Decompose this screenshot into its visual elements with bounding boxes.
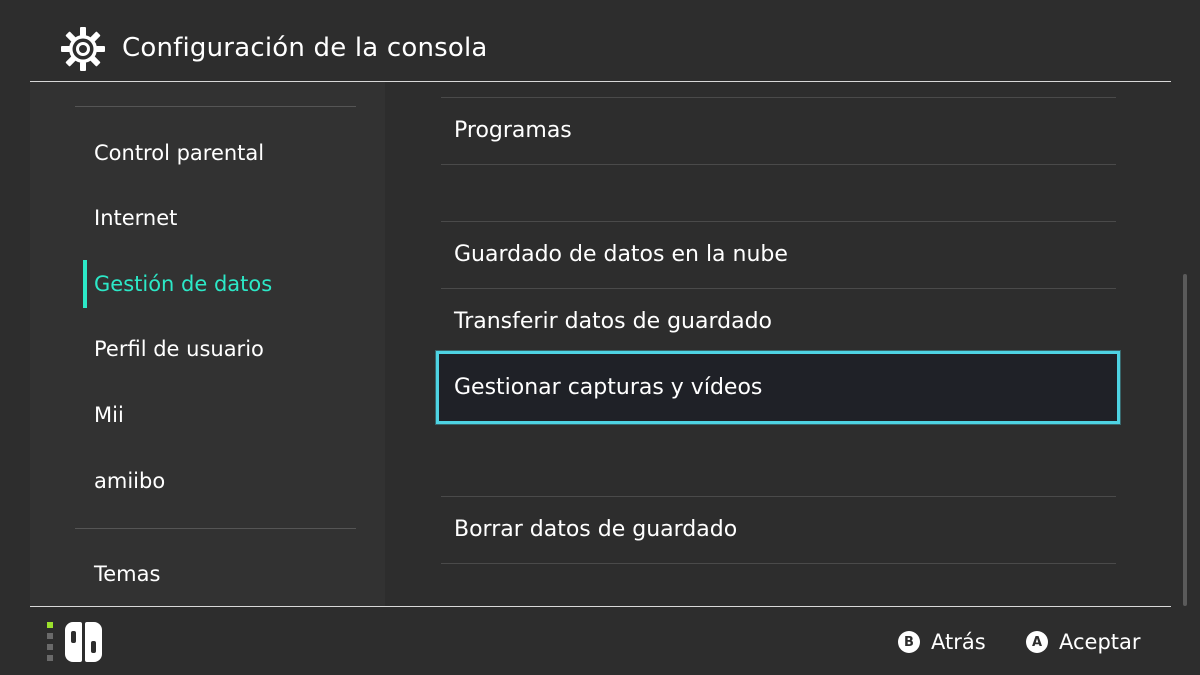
scrollbar[interactable] (1183, 274, 1187, 606)
sidebar-item-perfil-de-usuario[interactable]: Perfil de usuario (75, 324, 375, 374)
list-divider (441, 164, 1116, 165)
back-label: Atrás (931, 630, 986, 654)
sidebar-item-label: Mii (94, 403, 124, 427)
sidebar-item-label: Perfil de usuario (94, 337, 264, 361)
back-button[interactable]: B Atrás (898, 624, 986, 660)
list-item-label: Transferir datos de guardado (454, 309, 773, 334)
joycon-right-icon (85, 622, 102, 662)
list-item-label: Gestionar capturas y vídeos (454, 375, 763, 400)
list-item-cloud-save[interactable]: Guardado de datos en la nube (441, 222, 1116, 288)
b-button-icon: B (898, 631, 920, 653)
system-settings-screen: Configuración de la consola Control pare… (0, 0, 1200, 675)
footer-divider (30, 606, 1171, 607)
sidebar-divider (75, 106, 356, 107)
sidebar-item-label: Temas (94, 562, 161, 586)
active-indicator (83, 260, 87, 308)
sidebar-item-label: Control parental (94, 141, 265, 165)
list-item-delete-save-data[interactable]: Borrar datos de guardado (441, 497, 1116, 563)
accept-button[interactable]: A Aceptar (1026, 624, 1141, 660)
list-item-label: Guardado de datos en la nube (454, 242, 788, 267)
list-item-programas[interactable]: Programas (441, 98, 1116, 164)
sidebar-item-amiibo[interactable]: amiibo (75, 456, 375, 506)
sidebar: Control parental Internet Gestión de dat… (30, 82, 385, 606)
accept-label: Aceptar (1059, 630, 1141, 654)
a-button-icon: A (1026, 631, 1048, 653)
list-divider (441, 563, 1116, 564)
gear-icon (61, 27, 105, 71)
sidebar-item-mii[interactable]: Mii (75, 390, 375, 440)
joycon-left-icon (65, 622, 82, 662)
sidebar-divider (75, 528, 356, 529)
sidebar-item-gestion-de-datos[interactable]: Gestión de datos (75, 259, 375, 309)
sidebar-item-internet[interactable]: Internet (75, 193, 375, 243)
sidebar-item-temas[interactable]: Temas (75, 549, 375, 599)
sidebar-item-label: Internet (94, 206, 178, 230)
sidebar-item-label: Gestión de datos (94, 272, 273, 296)
list-item-label: Programas (454, 118, 572, 143)
list-item-manage-captures[interactable]: Gestionar capturas y vídeos (436, 351, 1120, 424)
controller-status-icon (47, 622, 107, 662)
list-item-transfer-save-data[interactable]: Transferir datos de guardado (441, 289, 1116, 355)
sidebar-item-control-parental[interactable]: Control parental (75, 128, 375, 178)
header: Configuración de la consola (0, 0, 1200, 82)
page-title: Configuración de la consola (122, 33, 488, 63)
list-item-label: Borrar datos de guardado (454, 517, 738, 542)
sidebar-item-label: amiibo (94, 469, 166, 493)
